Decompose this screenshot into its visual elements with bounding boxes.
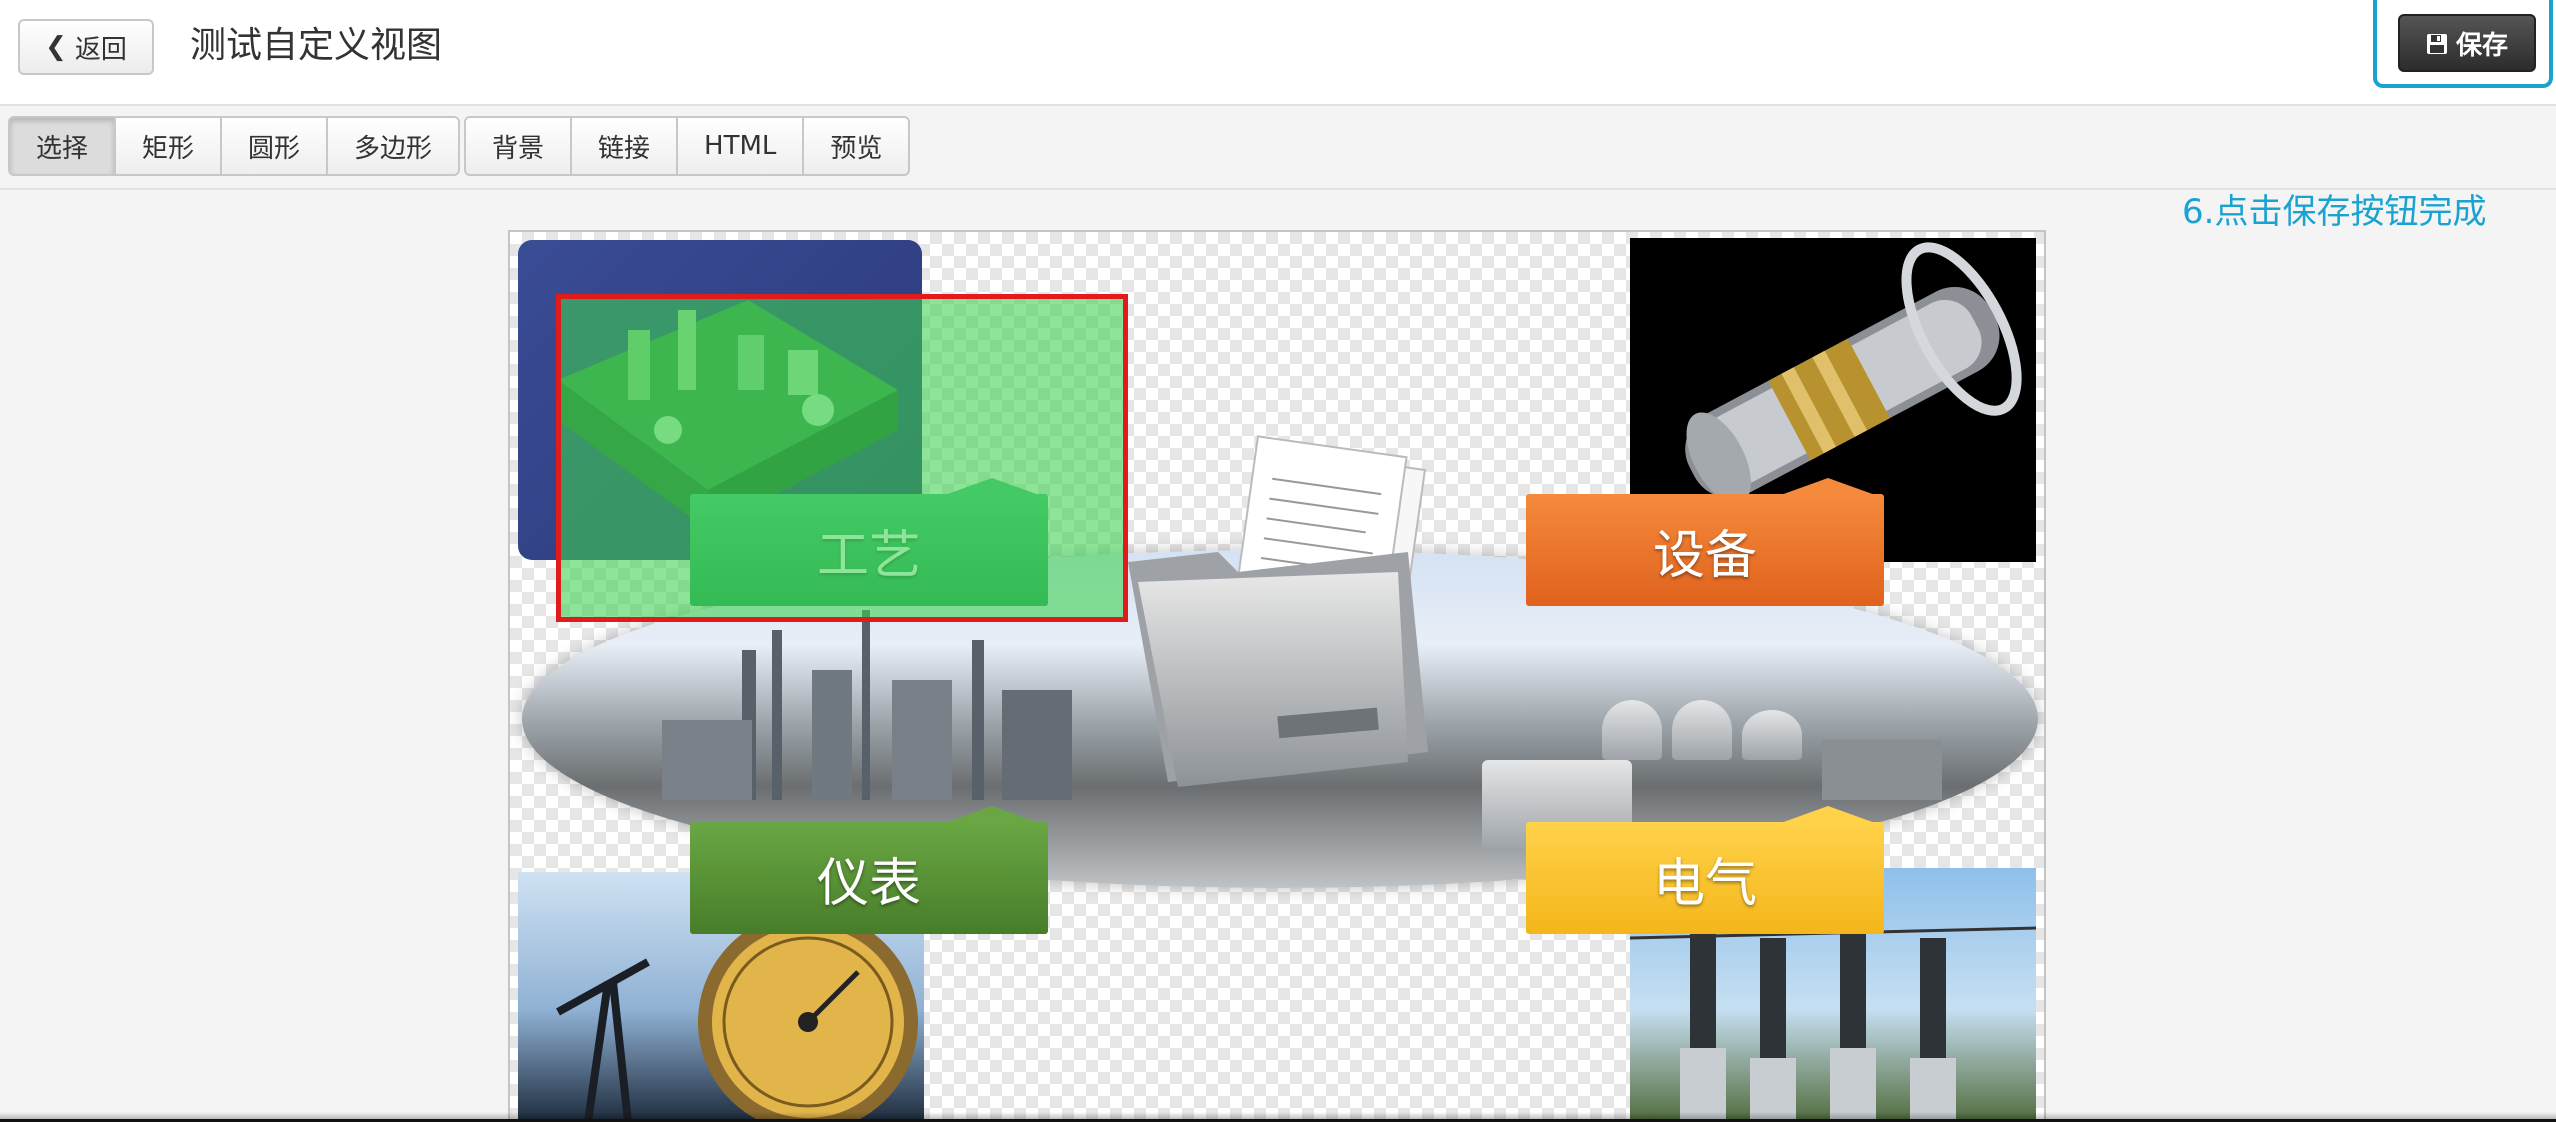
top-header: ❮ 返回 测试自定义视图 保存 <box>0 0 2556 106</box>
extra-tool-group: 背景 链接 HTML 预览 <box>464 116 911 176</box>
tool-select-button[interactable]: 选择 <box>8 116 117 176</box>
callout-text: 6.点击保存按钮完成 <box>2182 192 2487 232</box>
chevron-left-icon: ❮ <box>45 32 67 62</box>
instrument-label: 仪表 <box>690 806 1048 934</box>
selected-rectangle-hotspot[interactable] <box>556 294 1128 622</box>
floppy-disk-icon <box>2426 32 2448 54</box>
preview-button[interactable]: 预览 <box>802 116 911 176</box>
equipment-label: 设备 <box>1526 478 1884 606</box>
tool-circle-button[interactable]: 圆形 <box>220 116 329 176</box>
tool-rectangle-button[interactable]: 矩形 <box>114 116 223 176</box>
html-button[interactable]: HTML <box>676 116 805 176</box>
documents-folder-icon <box>1108 432 1464 792</box>
electric-label: 电气 <box>1526 806 1884 934</box>
link-button[interactable]: 链接 <box>570 116 679 176</box>
editor-toolbar: 选择 矩形 圆形 多边形 背景 链接 HTML 预览 <box>0 106 2556 190</box>
save-button[interactable]: 保存 <box>2398 14 2536 72</box>
view-canvas[interactable]: 工艺 设备 仪表 电气 <box>508 230 2046 1122</box>
page-title: 测试自定义视图 <box>190 25 443 66</box>
back-button-label: 返回 <box>74 34 127 65</box>
tool-polygon-button[interactable]: 多边形 <box>326 116 461 176</box>
background-button[interactable]: 背景 <box>464 116 573 176</box>
save-button-label: 保存 <box>2455 30 2508 61</box>
back-button[interactable]: ❮ 返回 <box>18 19 154 75</box>
shape-tool-group: 选择 矩形 圆形 多边形 <box>8 116 461 176</box>
